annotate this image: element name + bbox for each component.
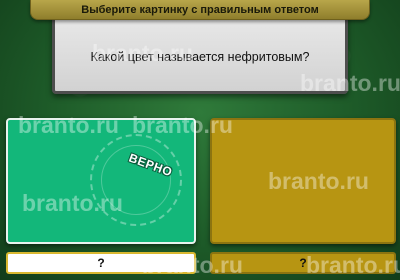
instruction-text: Выберите картинку с правильным ответом — [81, 3, 319, 16]
answer-label-right-text: ? — [299, 256, 307, 270]
answer-label-left[interactable]: ? — [6, 252, 196, 274]
question-text: Какой цвет называется нефритовым? — [90, 50, 310, 64]
answer-card-jade[interactable]: ВЕРНО — [6, 118, 196, 244]
answer-label-right[interactable]: ? — [210, 252, 396, 274]
answer-card-gold[interactable] — [210, 118, 396, 244]
question-panel: Какой цвет называется нефритовым? — [52, 10, 348, 94]
instruction-header: Выберите картинку с правильным ответом — [30, 0, 370, 20]
correct-stamp: ВЕРНО — [90, 134, 182, 226]
answer-label-left-text: ? — [97, 256, 105, 270]
